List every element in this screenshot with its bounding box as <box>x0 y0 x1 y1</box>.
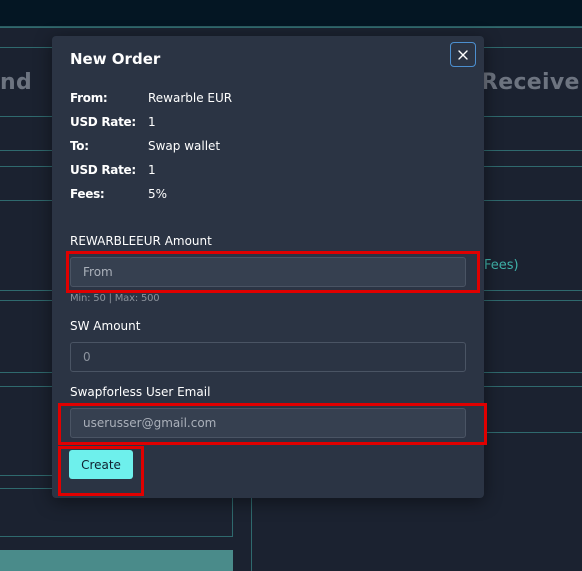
divider <box>484 290 582 291</box>
divider <box>0 27 582 28</box>
divider <box>0 386 52 387</box>
divider <box>0 300 52 301</box>
divider <box>0 150 52 151</box>
divider <box>0 290 52 291</box>
divider <box>484 300 582 301</box>
divider <box>484 166 582 167</box>
new-order-modal: New Order From: Rewarble EUR USD Rate: 1 T… <box>52 36 484 498</box>
divider <box>0 372 52 373</box>
info-value: Rewarble EUR <box>148 91 233 105</box>
info-row-from-rate: USD Rate: 1 <box>70 114 156 130</box>
divider <box>484 432 582 433</box>
divider <box>0 116 52 117</box>
info-label: USD Rate: <box>70 163 136 177</box>
email-input[interactable] <box>70 408 466 438</box>
divider <box>484 116 582 117</box>
info-value: Swap wallet <box>148 139 221 153</box>
divider <box>251 498 252 571</box>
info-label: To: <box>70 139 89 153</box>
receive-heading: Receive <box>481 70 580 95</box>
amount-from-input[interactable] <box>70 257 466 287</box>
fees-text: Fees) <box>484 258 519 273</box>
amount-from-label: REWARBLEEUR Amount <box>70 234 212 248</box>
info-value: 1 <box>148 115 156 129</box>
divider <box>0 166 52 167</box>
divider <box>232 498 233 536</box>
info-value: 1 <box>148 163 156 177</box>
info-row-to-rate: USD Rate: 1 <box>70 162 156 178</box>
divider <box>0 47 52 48</box>
top-bar <box>0 0 582 27</box>
modal-title: New Order <box>70 50 161 68</box>
divider <box>484 372 582 373</box>
background-submit-button <box>0 550 233 571</box>
info-row-from: From: Rewarble EUR <box>70 90 232 106</box>
amount-to-input[interactable] <box>70 342 466 372</box>
amount-to-label: SW Amount <box>70 319 141 333</box>
divider <box>0 200 52 201</box>
divider <box>0 475 52 476</box>
send-heading: nd <box>0 70 33 95</box>
divider <box>484 150 582 151</box>
create-button[interactable]: Create <box>69 450 133 479</box>
info-value: 5% <box>148 187 168 201</box>
info-label: USD Rate: <box>70 115 136 129</box>
amount-limits-hint: Min: 50 | Max: 500 <box>70 293 160 304</box>
divider <box>0 536 233 537</box>
info-label: From: <box>70 91 108 105</box>
info-row-fees: Fees: 5% <box>70 186 167 202</box>
email-label: Swapforless User Email <box>70 385 211 399</box>
close-button[interactable] <box>450 42 476 67</box>
close-icon <box>458 49 468 60</box>
divider <box>0 488 52 489</box>
info-label: Fees: <box>70 187 105 201</box>
info-row-to: To: Swap wallet <box>70 138 220 154</box>
divider <box>484 200 582 201</box>
divider <box>484 47 582 48</box>
divider <box>484 386 582 387</box>
